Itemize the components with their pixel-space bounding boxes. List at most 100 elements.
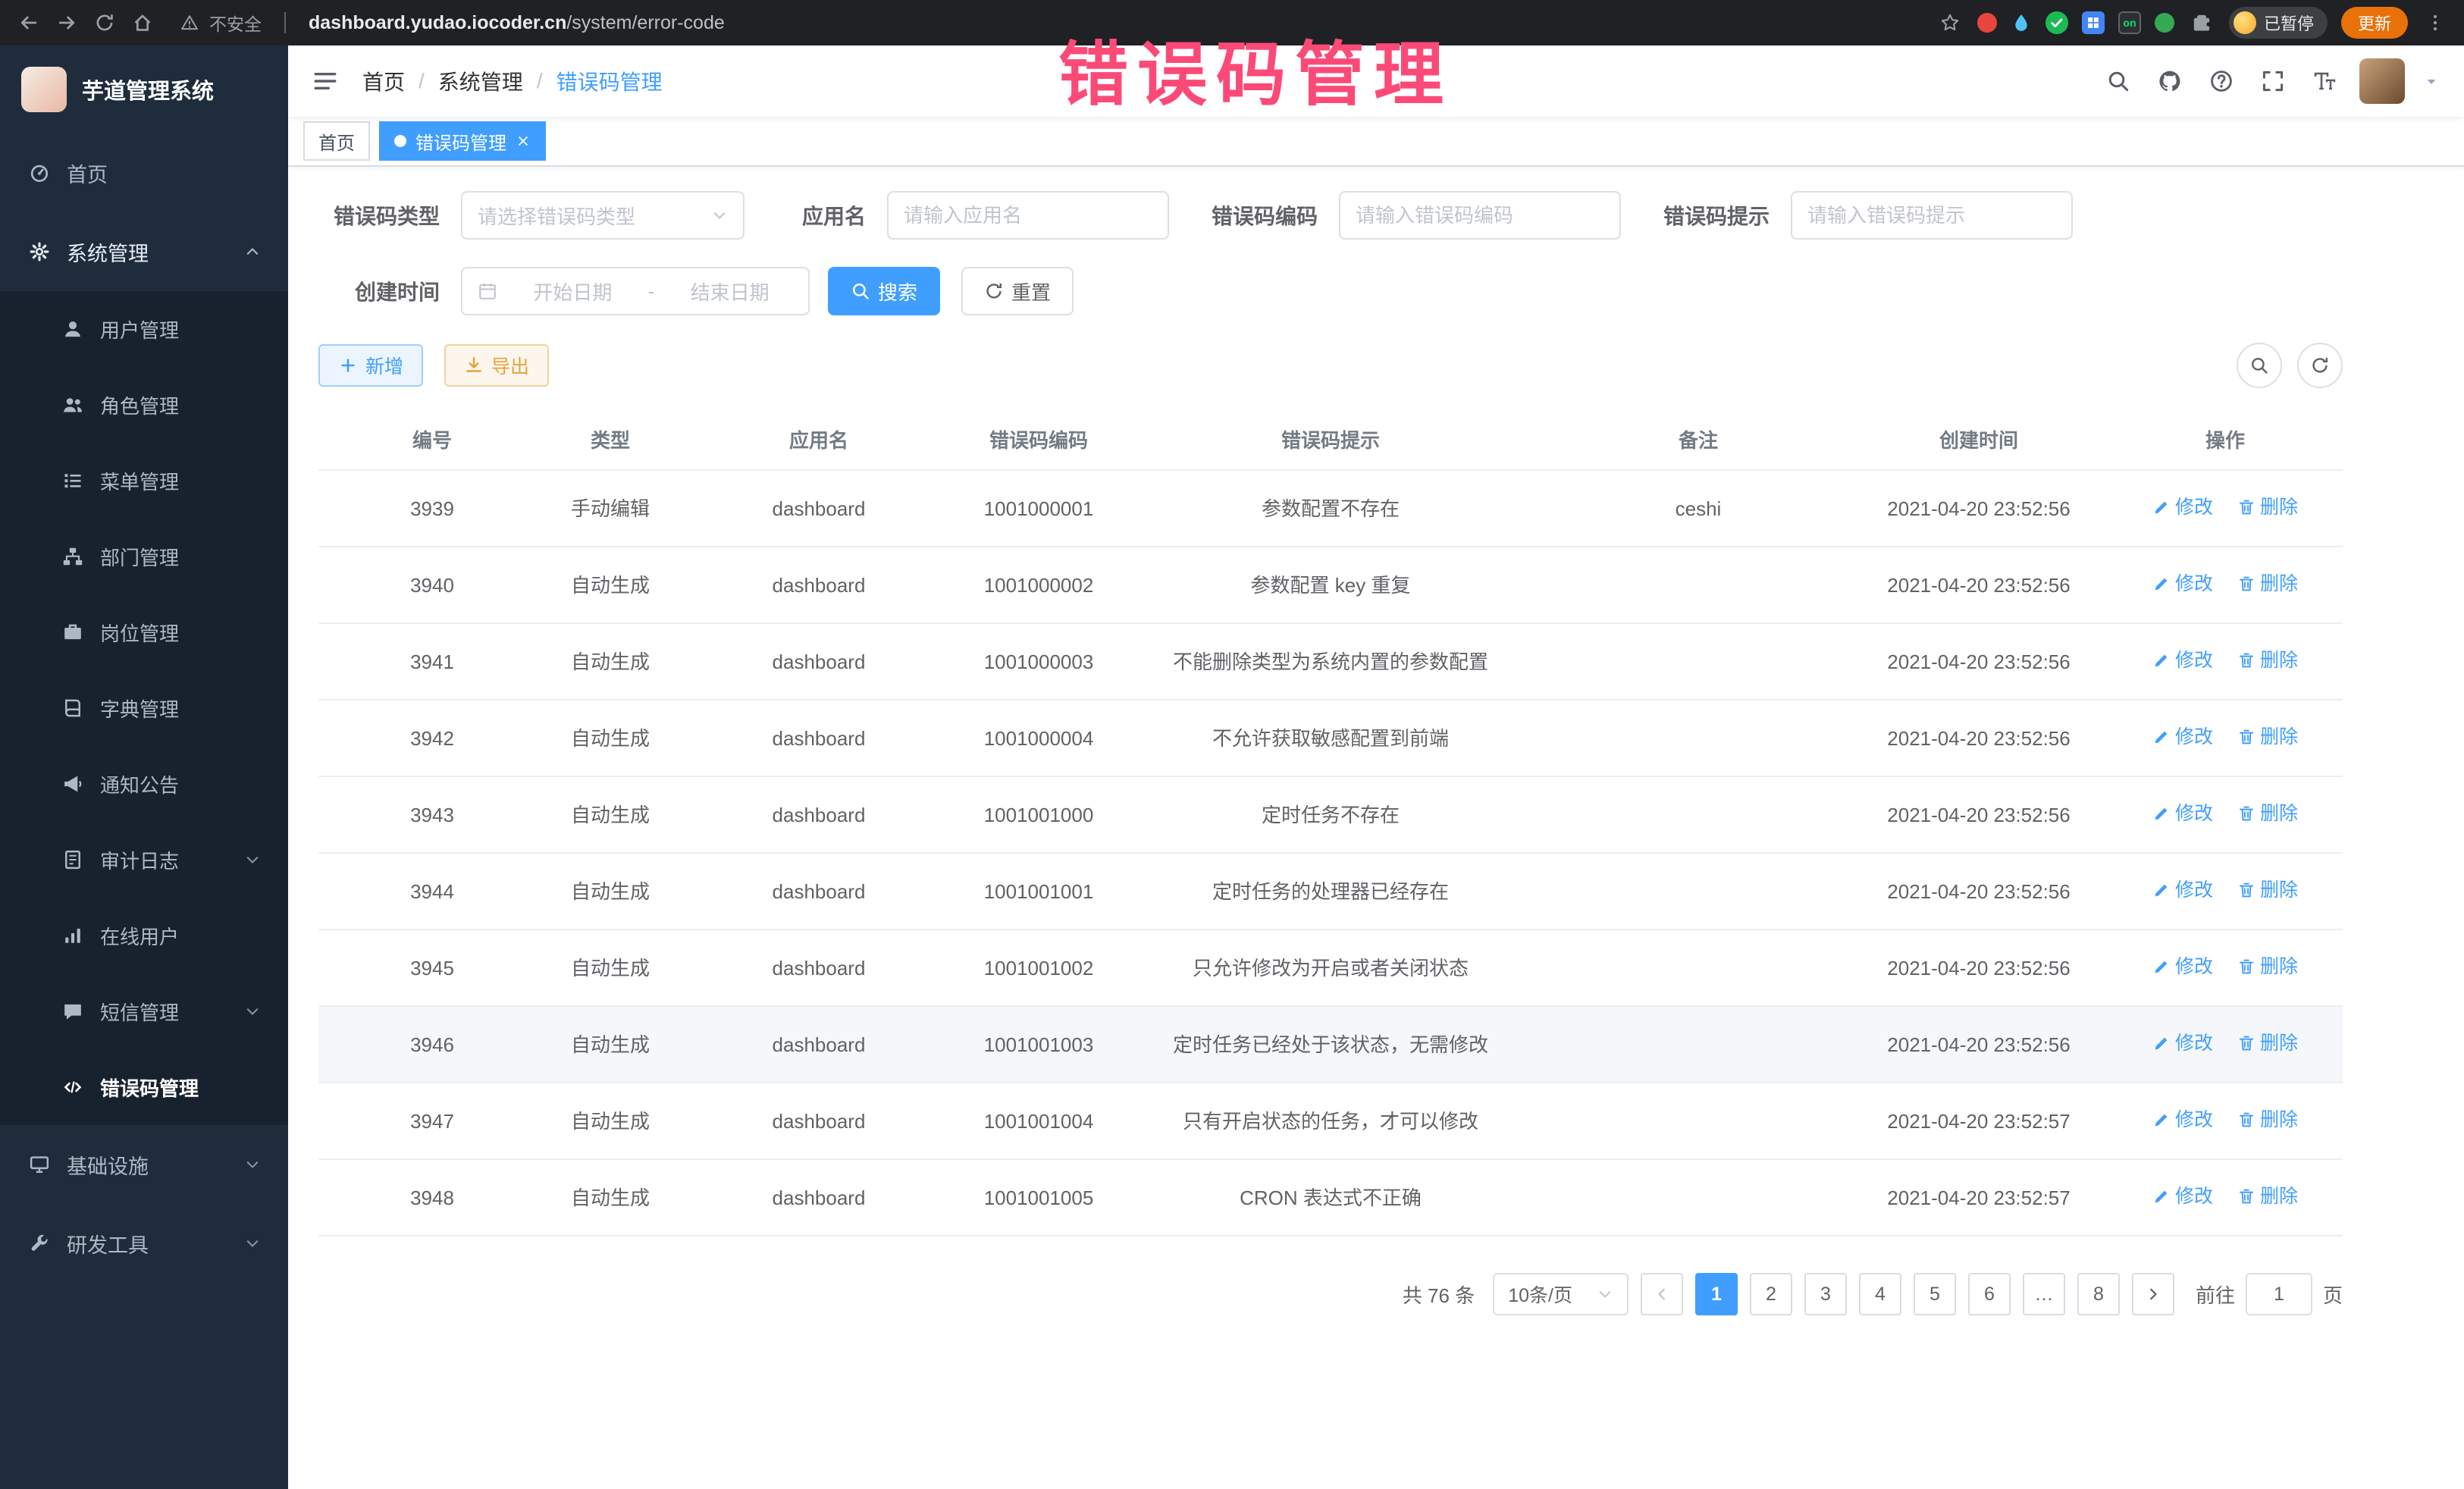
sidebar: 芋道管理系统 首页系统管理用户管理角色管理菜单管理部门管理岗位管理字典管理通知公… — [0, 45, 288, 1489]
goto-page-input[interactable] — [2246, 1273, 2312, 1315]
extension-icon-check[interactable] — [2045, 11, 2068, 34]
hamburger-icon[interactable] — [312, 68, 338, 94]
page-ellipsis[interactable]: … — [2023, 1273, 2065, 1315]
sidebar-item-8[interactable]: 通知公告 — [0, 746, 288, 822]
delete-link[interactable]: 删除 — [2237, 1183, 2298, 1210]
caret-down-icon[interactable] — [2423, 73, 2440, 89]
edit-link[interactable]: 修改 — [2152, 494, 2213, 521]
tab-error-code[interactable]: 错误码管理 — [379, 121, 546, 161]
sidebar-item-1[interactable]: 系统管理 — [0, 212, 288, 291]
delete-link[interactable]: 删除 — [2237, 494, 2298, 521]
sidebar-item-5[interactable]: 部门管理 — [0, 519, 288, 594]
reset-button[interactable]: 重置 — [961, 267, 1074, 315]
col-code: 错误码编码 — [963, 409, 1114, 470]
logo-image — [21, 67, 67, 112]
extensions-puzzle-icon[interactable] — [2188, 9, 2215, 36]
search-icon[interactable] — [2102, 64, 2135, 98]
page-button-6[interactable]: 6 — [1968, 1273, 2011, 1315]
sidebar-item-7[interactable]: 字典管理 — [0, 670, 288, 746]
sidebar-item-2[interactable]: 用户管理 — [0, 291, 288, 367]
refresh-table-button[interactable] — [2297, 343, 2343, 388]
tab-home[interactable]: 首页 — [303, 121, 370, 161]
edit-link[interactable]: 修改 — [2152, 1030, 2213, 1057]
error-msg-input[interactable] — [1807, 204, 2056, 227]
extension-icon-green[interactable] — [2155, 13, 2174, 33]
cell-app: dashboard — [675, 1083, 963, 1159]
extension-icon-grid[interactable] — [2082, 11, 2105, 34]
prev-page-button[interactable] — [1641, 1273, 1683, 1315]
delete-link[interactable]: 删除 — [2237, 876, 2298, 904]
sidebar-item-0[interactable]: 首页 — [0, 133, 288, 212]
edit-link[interactable]: 修改 — [2152, 953, 2213, 980]
extension-icon-red[interactable] — [1977, 13, 1997, 33]
error-code-input[interactable] — [1356, 204, 1604, 227]
cell-remark — [1547, 929, 1850, 1006]
home-icon[interactable] — [129, 9, 156, 36]
browser-update-button[interactable]: 更新 — [2341, 7, 2408, 39]
forward-icon[interactable] — [53, 9, 80, 36]
edit-link[interactable]: 修改 — [2152, 876, 2213, 904]
sidebar-item-4[interactable]: 菜单管理 — [0, 443, 288, 519]
delete-link[interactable]: 删除 — [2237, 1106, 2298, 1133]
menu-list-icon — [61, 470, 85, 491]
toggle-search-button[interactable] — [2237, 343, 2282, 388]
delete-link[interactable]: 删除 — [2237, 647, 2298, 674]
delete-link[interactable]: 删除 — [2237, 953, 2298, 980]
edit-link[interactable]: 修改 — [2152, 570, 2213, 597]
sidebar-item-9[interactable]: 审计日志 — [0, 822, 288, 898]
help-icon[interactable] — [2205, 64, 2238, 98]
edit-link[interactable]: 修改 — [2152, 647, 2213, 674]
extension-icon-drop[interactable] — [2011, 12, 2032, 33]
sidebar-item-13[interactable]: 基础设施 — [0, 1125, 288, 1204]
profile-paused-chip[interactable]: 已暂停 — [2229, 7, 2328, 39]
font-size-icon[interactable] — [2308, 64, 2341, 98]
page-size-select[interactable]: 10条/页 — [1493, 1273, 1629, 1315]
app-name-input[interactable] — [904, 204, 1152, 227]
delete-link[interactable]: 删除 — [2237, 800, 2298, 827]
sidebar-item-3[interactable]: 角色管理 — [0, 367, 288, 443]
add-button[interactable]: 新增 — [318, 344, 423, 387]
error-type-select[interactable]: 请选择错误码类型 — [461, 191, 745, 240]
edit-link[interactable]: 修改 — [2152, 1183, 2213, 1210]
url-bar[interactable]: dashboard.yudao.iocoder.cn/system/error-… — [309, 12, 725, 34]
sidebar-item-11[interactable]: 短信管理 — [0, 973, 288, 1049]
create-time-range[interactable]: 开始日期 - 结束日期 — [461, 267, 810, 315]
sidebar-item-6[interactable]: 岗位管理 — [0, 594, 288, 670]
edit-link[interactable]: 修改 — [2152, 723, 2213, 751]
filter-row-2: 创建时间 开始日期 - 结束日期 搜索 重置 — [318, 267, 2343, 315]
sidebar-item-10[interactable]: 在线用户 — [0, 898, 288, 973]
breadcrumb-separator: / — [537, 69, 543, 93]
edit-link[interactable]: 修改 — [2152, 1106, 2213, 1133]
user-avatar[interactable] — [2359, 58, 2405, 104]
sidebar-item-12[interactable]: 错误码管理 — [0, 1049, 288, 1125]
pencil-icon — [2152, 498, 2171, 516]
fullscreen-icon[interactable] — [2256, 64, 2290, 98]
page-button-3[interactable]: 3 — [1804, 1273, 1847, 1315]
next-page-button[interactable] — [2132, 1273, 2174, 1315]
delete-link[interactable]: 删除 — [2237, 723, 2298, 751]
browser-menu-icon[interactable] — [2422, 9, 2449, 36]
reload-icon[interactable] — [91, 9, 118, 36]
search-button[interactable]: 搜索 — [828, 267, 940, 315]
github-icon[interactable] — [2153, 64, 2187, 98]
edit-link[interactable]: 修改 — [2152, 800, 2213, 827]
sidebar-item-14[interactable]: 研发工具 — [0, 1204, 288, 1283]
page-button-5[interactable]: 5 — [1914, 1273, 1956, 1315]
page-button-2[interactable]: 2 — [1750, 1273, 1792, 1315]
page-button-1[interactable]: 1 — [1695, 1273, 1738, 1315]
page-button-8[interactable]: 8 — [2077, 1273, 2120, 1315]
range-separator: - — [648, 280, 655, 303]
breadcrumb-home[interactable]: 首页 — [362, 66, 405, 96]
bookmark-star-icon[interactable] — [1936, 9, 1964, 36]
megaphone-icon — [61, 773, 85, 795]
breadcrumb-system[interactable]: 系统管理 — [438, 66, 523, 96]
delete-link[interactable]: 删除 — [2237, 570, 2298, 597]
page-button-4[interactable]: 4 — [1859, 1273, 1901, 1315]
back-icon[interactable] — [15, 9, 42, 36]
export-button[interactable]: 导出 — [444, 344, 549, 387]
extension-icon-on[interactable]: on — [2118, 11, 2141, 34]
security-label[interactable]: 不安全 — [176, 9, 262, 36]
close-icon[interactable] — [516, 133, 531, 149]
logo[interactable]: 芋道管理系统 — [0, 45, 288, 133]
delete-link[interactable]: 删除 — [2237, 1030, 2298, 1057]
